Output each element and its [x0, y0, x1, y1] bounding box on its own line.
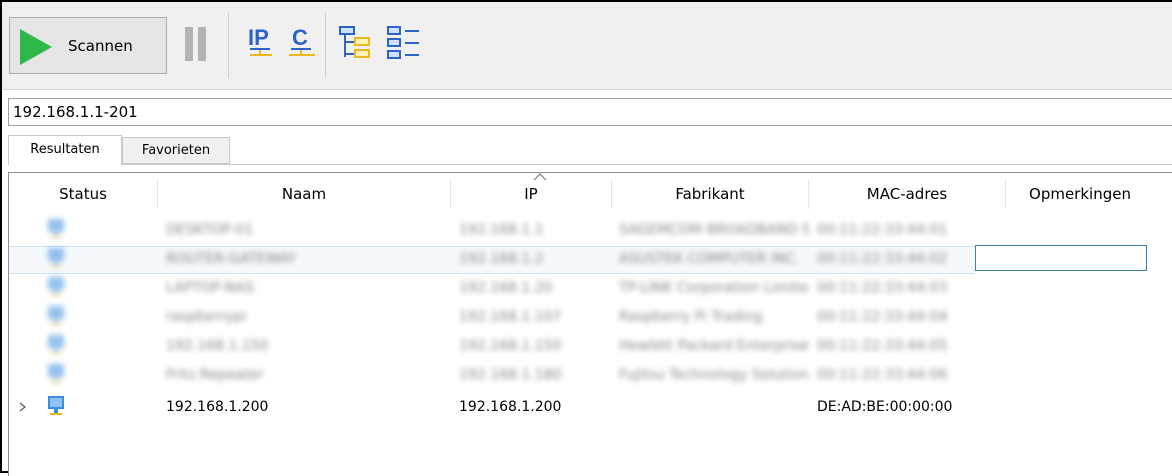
cell-mac: 00:11:22:33:44:04 [817, 309, 948, 325]
app-window: Scannen IP C 192.168.1.1-201 Resultaten … [0, 0, 1172, 476]
cell-mac: DE:AD:BE:00:00:00 [817, 399, 953, 415]
column-header-opmerkingen[interactable]: Opmerkingen [1006, 179, 1154, 209]
cell-naam: 192.168.1.150 [166, 338, 269, 354]
cell-mac: 00:11:22:33:44:05 [817, 338, 948, 354]
cell-ip: 192.168.1.2 [459, 251, 544, 267]
c-icon-text: C [292, 25, 308, 50]
collapse-list-icon [387, 26, 419, 59]
tab-divider [122, 164, 1172, 165]
column-header-status[interactable]: Status [9, 179, 157, 209]
cell-ip: 192.168.1.20 [459, 280, 553, 296]
table-row[interactable]: ROUTER-GATEWAY 192.168.1.2 ASUSTEK COMPU… [9, 247, 1172, 271]
table-row[interactable]: Fritz.Repeater 192.168.1.180 Fujitsu Tec… [9, 363, 1172, 387]
cell-ip: 192.168.1.200 [459, 399, 562, 415]
table-row[interactable]: 192.168.1.200 192.168.1.200 DE:AD:BE:00:… [9, 395, 1172, 419]
scan-button[interactable]: Scannen [9, 17, 167, 74]
ip-range-icon: IP [248, 25, 272, 56]
column-header-ip[interactable]: IP [451, 179, 611, 209]
cell-ip: 192.168.1.1 [459, 222, 544, 238]
device-icon [48, 277, 64, 296]
cell-naam: LAPTOP-NAS [166, 280, 254, 296]
device-icon [48, 306, 64, 325]
device-icon [48, 335, 64, 354]
device-icon [48, 396, 64, 415]
cell-mac: 00:11:22:33:44:01 [817, 222, 948, 238]
table-row[interactable]: LAPTOP-NAS 192.168.1.20 TP-LINK Corporat… [9, 276, 1172, 300]
toolbar-separator [228, 12, 229, 78]
pause-icon[interactable] [185, 27, 207, 61]
cell-fabrikant: ASUSTEK COMPUTER INC. [619, 251, 800, 267]
c-class-icon: C [289, 25, 315, 56]
cell-mac: 00:11:22:33:44:03 [817, 280, 948, 296]
scan-button-label: Scannen [68, 37, 133, 55]
chevron-right-icon[interactable] [19, 402, 27, 412]
cell-fabrikant: Raspberry Pi Trading [619, 309, 763, 325]
column-header-mac[interactable]: MAC-adres [809, 179, 1005, 209]
cell-ip: 192.168.1.180 [459, 367, 562, 383]
cell-mac: 00:11:22:33:44:06 [817, 367, 948, 383]
cell-fabrikant: TP-LINK Corporation Limited [619, 280, 809, 296]
toolbar-separator [325, 12, 326, 78]
expand-tree-button[interactable] [338, 24, 374, 68]
cell-ip: 192.168.1.150 [459, 338, 562, 354]
cell-ip: 192.168.1.107 [459, 309, 562, 325]
table-row[interactable]: DESKTOP-01 192.168.1.1 SAGEMCOM BROADBAN… [9, 218, 1172, 242]
cell-naam: ROUTER-GATEWAY [166, 251, 296, 267]
table-header: Status Naam IP Fabrikant MAC-adres Opmer… [9, 173, 1172, 216]
column-header-fabrikant[interactable]: Fabrikant [612, 179, 808, 209]
cell-naam: 192.168.1.200 [166, 399, 269, 415]
tab-favorieten[interactable]: Favorieten [122, 137, 230, 164]
ip-range-button[interactable]: IP [247, 24, 277, 70]
device-icon [48, 364, 64, 383]
table-row[interactable]: 192.168.1.150 192.168.1.150 Hewlett Pack… [9, 334, 1172, 358]
ip-range-input[interactable]: 192.168.1.1-201 [8, 98, 1172, 126]
cell-naam: raspberrypi [166, 309, 247, 325]
cell-mac: 00:11:22:33:44:02 [817, 251, 948, 267]
sort-ascending-icon [533, 173, 547, 181]
c-class-button[interactable]: C [288, 24, 318, 70]
toolbar: Scannen IP C [2, 2, 1172, 90]
ip-icon-text: IP [248, 25, 269, 50]
tab-resultaten[interactable]: Resultaten [8, 135, 122, 165]
cell-naam: DESKTOP-01 [166, 222, 254, 238]
column-header-naam[interactable]: Naam [158, 179, 450, 209]
results-table[interactable]: Status Naam IP Fabrikant MAC-adres Opmer… [8, 172, 1172, 476]
table-row[interactable]: raspberrypi 192.168.1.107 Raspberry Pi T… [9, 305, 1172, 329]
collapse-list-button[interactable] [386, 24, 422, 68]
play-icon [20, 29, 52, 65]
cell-fabrikant: Hewlett Packard Enterprise [619, 338, 809, 354]
cell-naam: Fritz.Repeater [166, 367, 264, 383]
cell-fabrikant: SAGEMCOM BROADBAND SAS [619, 222, 809, 238]
expand-tree-icon [339, 26, 370, 58]
device-icon [48, 219, 64, 238]
device-icon [48, 248, 64, 267]
cell-fabrikant: Fujitsu Technology Solutions [619, 367, 809, 383]
